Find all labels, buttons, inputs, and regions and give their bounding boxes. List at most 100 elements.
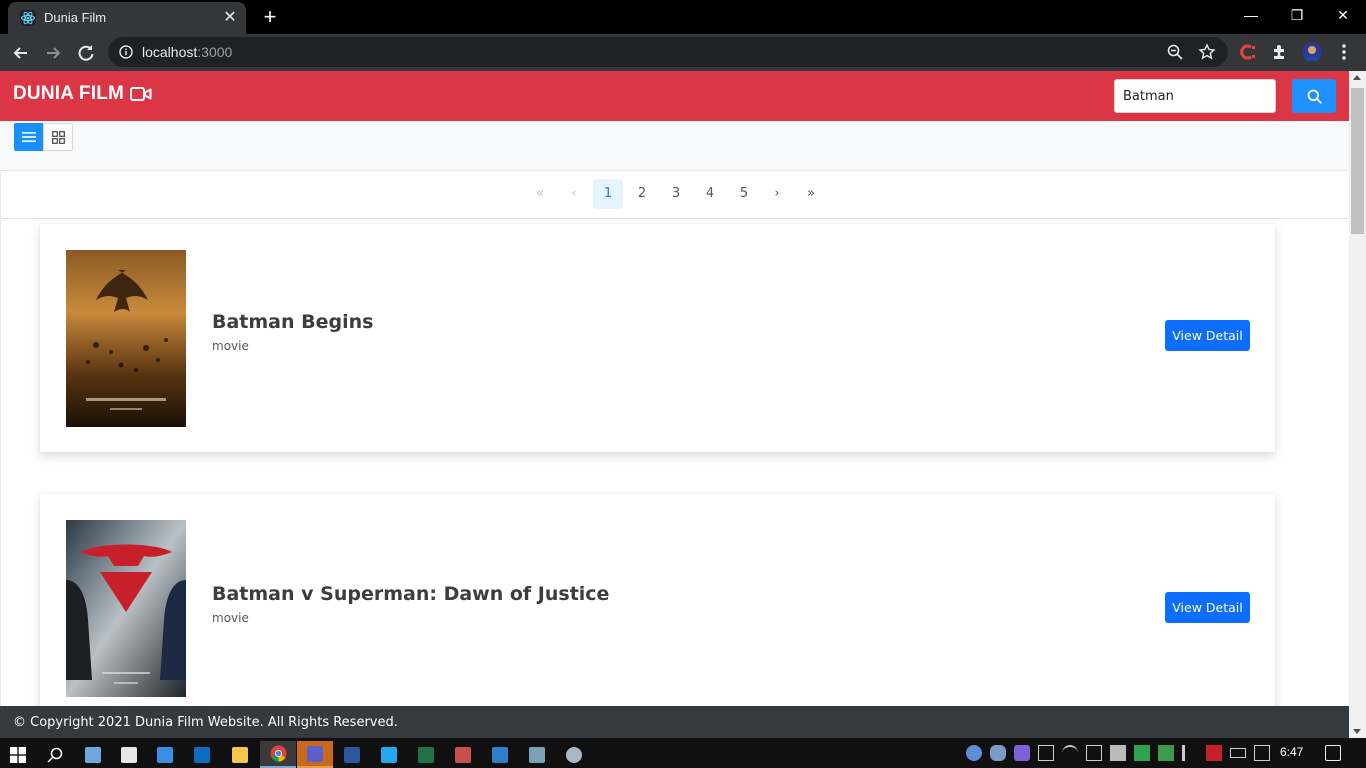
- volume-tray-icon[interactable]: [1182, 745, 1198, 761]
- keyboard-tray-icon[interactable]: [1110, 745, 1126, 761]
- taskbar-chrome[interactable]: [260, 741, 296, 768]
- first-page-button[interactable]: «: [525, 179, 555, 209]
- video-camera-icon: [130, 87, 152, 101]
- brand-text: DUNIA FILM: [13, 83, 125, 104]
- chrome-menu-icon[interactable]: [1334, 42, 1354, 62]
- page-viewport: DUNIA FILM Batman « ‹ 1 2 3 4 5 › » Batm…: [0, 71, 1366, 738]
- taskbar-explorer[interactable]: [222, 741, 258, 768]
- zoom-icon[interactable]: [1166, 43, 1184, 61]
- page-5-button[interactable]: 5: [729, 179, 759, 209]
- view-toggle-bar: [0, 121, 1349, 171]
- tab-close-icon[interactable]: ✕: [220, 8, 240, 28]
- minimize-button[interactable]: —: [1228, 0, 1274, 30]
- view-detail-button[interactable]: View Detail: [1165, 320, 1250, 351]
- page-2-button[interactable]: 2: [627, 179, 657, 209]
- taskbar-app-2[interactable]: [482, 741, 518, 768]
- teams-icon: [307, 745, 323, 762]
- window-close-button[interactable]: ✕: [1320, 0, 1366, 30]
- bookmark-star-icon[interactable]: [1198, 43, 1216, 61]
- scroll-up-icon[interactable]: [1353, 75, 1361, 80]
- outlook-icon: [194, 746, 210, 763]
- extension-c-icon[interactable]: [1238, 42, 1258, 62]
- search-button[interactable]: [1292, 79, 1336, 113]
- taskbar-excel[interactable]: [408, 741, 444, 768]
- teams-tray-icon[interactable]: [1014, 745, 1030, 761]
- browser-tab[interactable]: Dunia Film ✕: [8, 2, 246, 34]
- reload-icon[interactable]: [73, 40, 99, 66]
- taskbar-app-3[interactable]: [519, 741, 555, 768]
- back-icon[interactable]: [8, 40, 34, 66]
- taskbar-clock[interactable]: 6:47: [1280, 745, 1303, 759]
- telegram-tray-icon[interactable]: [966, 745, 982, 761]
- taskbar-mail[interactable]: [147, 741, 183, 768]
- search-input[interactable]: [1114, 79, 1276, 113]
- brand-logo[interactable]: DUNIA FILM: [13, 83, 152, 105]
- word-icon: [344, 746, 360, 763]
- page-1-button[interactable]: 1: [593, 179, 623, 209]
- movie-poster: [66, 250, 186, 427]
- app-icon: [455, 746, 471, 763]
- taskbar-search-button[interactable]: [37, 741, 73, 768]
- network-tray-icon[interactable]: [1254, 745, 1270, 761]
- address-bar[interactable]: localhost:3000: [108, 37, 1228, 67]
- usb-tray-icon[interactable]: [1038, 745, 1054, 761]
- taskbar-app-4[interactable]: [556, 741, 592, 768]
- taskbar-word[interactable]: [334, 741, 370, 768]
- profile-avatar-icon[interactable]: [1302, 42, 1322, 62]
- windows-taskbar: 6:47: [0, 738, 1366, 768]
- list-view-button[interactable]: [14, 123, 44, 151]
- taskbar-app-1[interactable]: [445, 741, 481, 768]
- page-scrollbar[interactable]: [1349, 71, 1366, 738]
- prev-page-button[interactable]: ‹: [559, 179, 589, 209]
- taskbar-search-icon: [47, 747, 63, 763]
- page-4-button[interactable]: 4: [695, 179, 725, 209]
- page-3-button[interactable]: 3: [661, 179, 691, 209]
- mail-icon: [157, 746, 173, 763]
- url-text: localhost:3000: [142, 44, 232, 60]
- new-tab-button[interactable]: +: [258, 6, 282, 30]
- notifications-icon[interactable]: [1325, 745, 1341, 761]
- taskbar-vscode[interactable]: [371, 741, 407, 768]
- taskbar-store[interactable]: [111, 741, 147, 768]
- browser-toolbar: localhost:3000: [0, 34, 1366, 71]
- site-navbar: DUNIA FILM: [0, 71, 1349, 121]
- last-page-button[interactable]: »: [796, 179, 826, 209]
- taskbar-teams[interactable]: [297, 741, 333, 768]
- view-detail-button[interactable]: View Detail: [1165, 592, 1250, 623]
- security-tray-icon[interactable]: [1158, 745, 1174, 761]
- scroll-down-icon[interactable]: [1353, 729, 1361, 734]
- notepad-icon: [85, 746, 101, 763]
- onedrive-tray-icon[interactable]: [990, 745, 1006, 761]
- mcafee-tray-icon[interactable]: [1206, 745, 1222, 761]
- list-icon: [22, 132, 36, 142]
- movie-title: Batman Begins: [212, 311, 374, 333]
- scroll-thumb[interactable]: [1351, 88, 1364, 234]
- pagination: « ‹ 1 2 3 4 5 › »: [0, 172, 1349, 219]
- site-footer: © Copyright 2021 Dunia Film Website. All…: [0, 706, 1349, 738]
- tab-title: Dunia Film: [44, 10, 107, 25]
- taskbar-notepad[interactable]: [75, 741, 111, 768]
- next-page-button[interactable]: ›: [762, 179, 792, 209]
- display-tray-icon[interactable]: [1086, 745, 1102, 761]
- movie-type: movie: [212, 611, 249, 625]
- windows-logo-icon: [10, 746, 26, 763]
- grid-view-button[interactable]: [43, 123, 73, 151]
- movie-card: Batman v Superman: Dawn of Justice movie…: [40, 494, 1275, 722]
- movie-poster: [66, 520, 186, 697]
- restore-button[interactable]: ❐: [1274, 0, 1320, 30]
- excel-icon: [418, 746, 434, 763]
- paint-icon: [566, 746, 582, 763]
- battery-tray-icon[interactable]: [1230, 748, 1246, 758]
- site-info-icon[interactable]: [119, 45, 133, 59]
- green-app-tray-icon[interactable]: [1134, 745, 1150, 761]
- wifi-tray-icon[interactable]: [1062, 745, 1078, 761]
- browser-tabstrip: Dunia Film ✕ + — ❐ ✕: [0, 0, 1366, 34]
- search-icon: [1307, 89, 1322, 104]
- url-host: localhost: [142, 44, 198, 60]
- movie-card: Batman Begins movie View Detail: [40, 224, 1275, 452]
- start-button[interactable]: [0, 741, 36, 768]
- forward-icon[interactable]: [40, 40, 66, 66]
- vscode-icon: [381, 746, 397, 763]
- extensions-puzzle-icon[interactable]: [1270, 42, 1290, 62]
- taskbar-outlook[interactable]: [184, 741, 220, 768]
